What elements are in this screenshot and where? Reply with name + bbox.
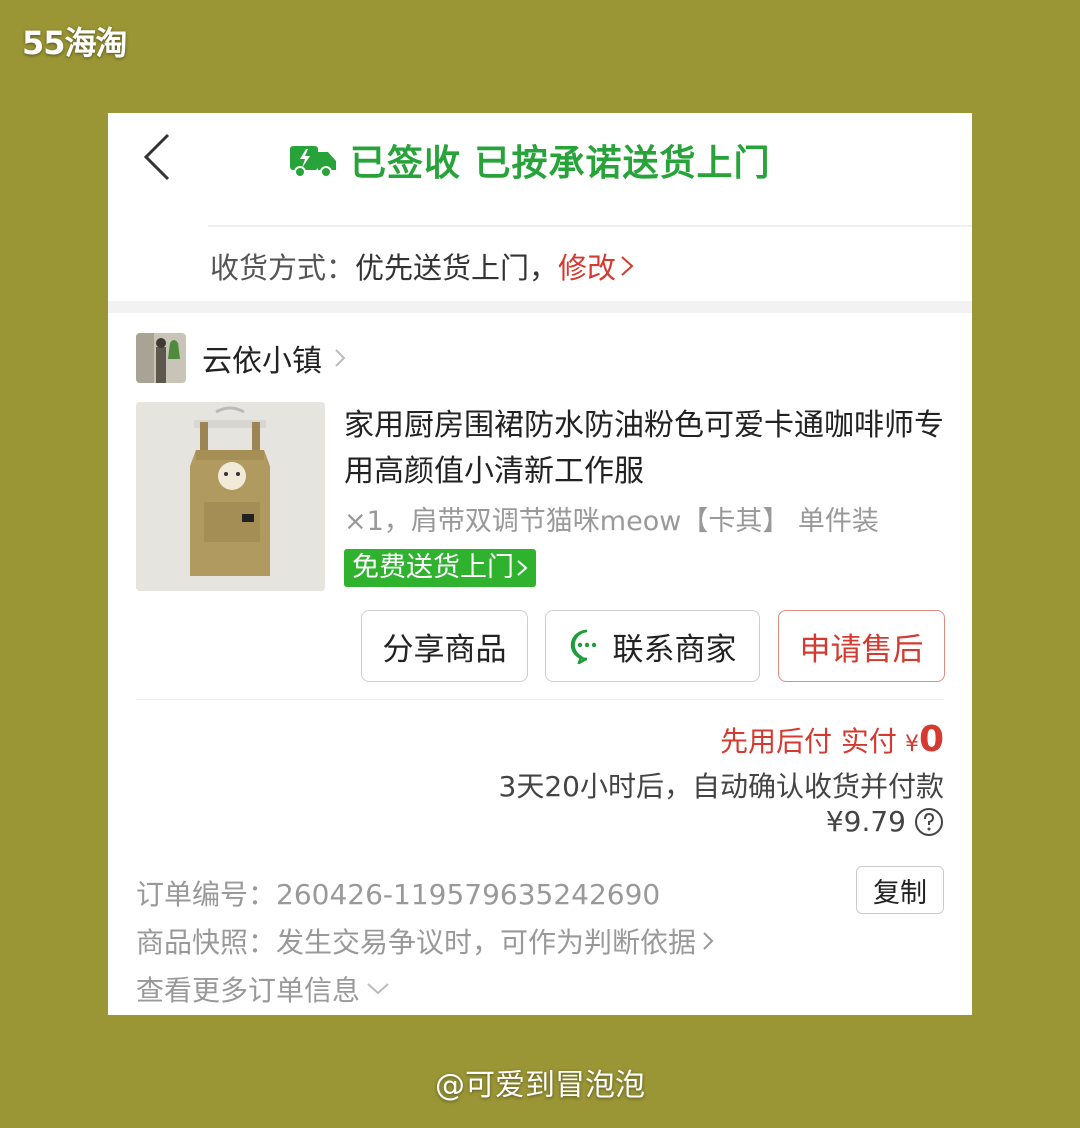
shop-link[interactable]: 云依小镇 — [136, 333, 346, 383]
shop-name: 云依小镇 — [202, 344, 322, 379]
chat-bubble-icon — [570, 629, 596, 664]
order-number: 订单编号：260426-119579635242690 — [136, 873, 660, 913]
shop-avatar — [136, 333, 186, 383]
status-text: 已签收 已按承诺送货上门 — [350, 143, 771, 184]
contact-seller-button[interactable]: 联系商家 — [545, 610, 760, 682]
delivery-method: 收货方式： 优先送货上门， 修改 — [210, 245, 634, 287]
more-order-info[interactable]: 查看更多订单信息 — [136, 969, 390, 1009]
divider — [136, 699, 944, 700]
divider — [208, 225, 972, 227]
chevron-left-icon — [143, 133, 170, 181]
delivery-truck-icon — [290, 146, 336, 178]
more-info-label: 查看更多订单信息 — [136, 974, 361, 1007]
contact-seller-label: 联系商家 — [612, 631, 737, 668]
chevron-right-icon — [335, 349, 346, 367]
delivery-label: 收货方式： — [210, 251, 356, 285]
back-button[interactable] — [138, 131, 178, 183]
free-delivery-label: 免费送货上门 — [352, 552, 514, 583]
modify-label: 修改 — [558, 251, 617, 285]
after-sale-button[interactable]: 申请售后 — [778, 610, 945, 682]
delivery-status: 已签收 已按承诺送货上门 — [288, 135, 771, 185]
order-detail-panel: 已签收 已按承诺送货上门 收货方式： 优先送货上门， 修改 云依小镇 家用厨房围… — [108, 113, 972, 1015]
snapshot-label: 商品快照：发生交易争议时，可作为判断依据 — [136, 926, 697, 959]
order-header: 已签收 已按承诺送货上门 — [108, 113, 972, 225]
payment-summary: 先用后付 实付 ¥ 0 — [720, 719, 944, 760]
chevron-right-icon — [703, 932, 714, 950]
watermark-logo: 55海淘 — [22, 24, 128, 62]
chevron-right-icon — [517, 560, 528, 576]
watermark-author: @可爱到冒泡泡 — [435, 1068, 645, 1103]
product-spec: ×1，肩带双调节猫咪meow【卡其】 单件装 — [344, 506, 879, 537]
order-number-value: 260426-119579635242690 — [276, 878, 661, 911]
payment-label: 先用后付 实付 — [720, 725, 897, 758]
auto-confirm-notice: 3天20小时后，自动确认收货并付款 — [498, 770, 944, 803]
order-number-label: 订单编号： — [136, 878, 277, 911]
question-circle-icon[interactable] — [914, 807, 944, 837]
share-product-button[interactable]: 分享商品 — [361, 610, 528, 682]
order-price: ¥9.79 — [826, 805, 944, 838]
chevron-right-icon — [621, 256, 634, 276]
price-value: ¥9.79 — [825, 805, 906, 838]
copy-button[interactable]: 复制 — [856, 866, 944, 914]
free-delivery-badge[interactable]: 免费送货上门 — [344, 549, 536, 587]
modify-delivery-link[interactable]: 修改 — [558, 245, 634, 287]
section-gap — [108, 301, 972, 313]
delivery-value: 优先送货上门， — [355, 251, 559, 285]
currency-symbol: ¥ — [904, 732, 919, 757]
product-snapshot-link[interactable]: 商品快照：发生交易争议时，可作为判断依据 — [136, 921, 714, 961]
chevron-down-icon — [367, 983, 389, 995]
product-title[interactable]: 家用厨房围裙防水防油粉色可爱卡通咖啡师专用高颜值小清新工作服 — [344, 403, 944, 495]
paid-amount: 0 — [918, 719, 944, 760]
product-image[interactable] — [136, 402, 325, 591]
